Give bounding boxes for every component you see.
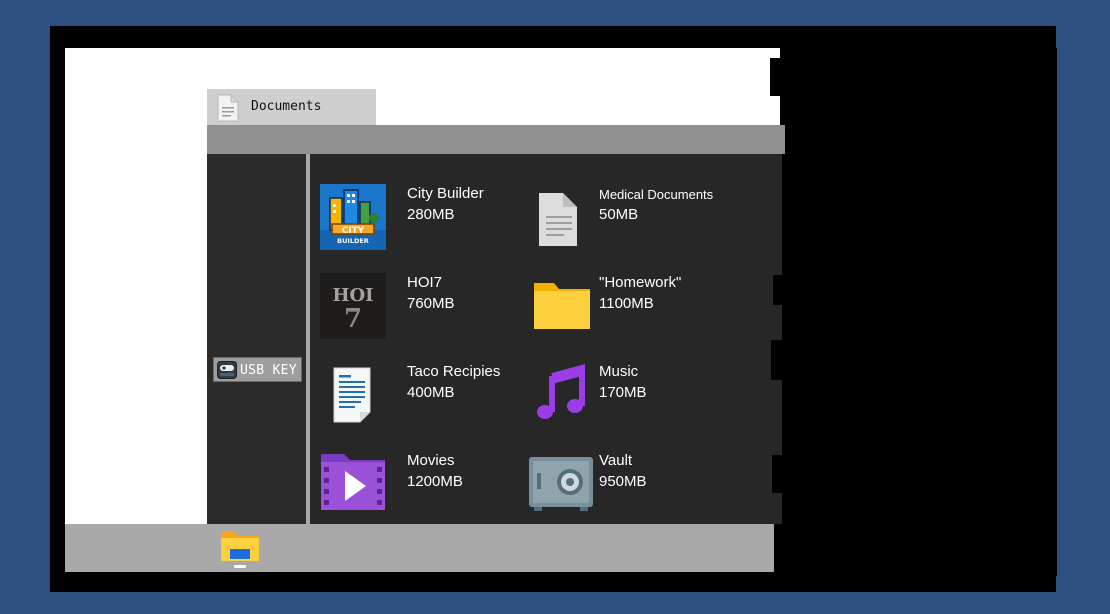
file-size: 760MB	[407, 295, 455, 312]
file-size: 50MB	[599, 206, 639, 223]
screen-void	[780, 48, 1057, 576]
file-size: 950MB	[599, 473, 647, 490]
file-name: "Homework"	[599, 274, 682, 291]
screen-artifact	[773, 275, 783, 305]
file-item[interactable]: Music 170MB	[532, 362, 752, 432]
movie-folder-icon	[320, 451, 386, 517]
file-item[interactable]: Vault 950MB	[528, 451, 748, 521]
svg-text:7: 7	[344, 304, 362, 334]
safe-icon	[528, 451, 594, 517]
file-item[interactable]: "Homework" 1100MB	[532, 273, 752, 343]
music-note-icon	[532, 362, 598, 428]
file-size: 1100MB	[599, 295, 654, 312]
usb-key-label: USB KEY	[240, 363, 297, 378]
svg-text:CITY: CITY	[342, 226, 365, 236]
file-name: City Builder	[407, 185, 484, 202]
file-item[interactable]: HOI 7 HOI7 760MB	[320, 273, 540, 343]
svg-text:HOI: HOI	[332, 285, 373, 306]
text-document-icon	[320, 362, 386, 428]
screen-artifact	[771, 340, 783, 380]
file-size: 1200MB	[407, 473, 463, 490]
taskbar	[65, 524, 774, 572]
city-builder-icon: CITY BUILDER	[320, 184, 386, 250]
file-explorer-icon[interactable]	[220, 529, 260, 574]
file-grid: CITY BUILDER City Builder 280MB Medical …	[310, 154, 782, 524]
hoi7-icon: HOI 7	[320, 273, 386, 339]
file-size: 400MB	[407, 384, 455, 401]
file-item[interactable]: Movies 1200MB	[320, 451, 540, 521]
folder-icon	[532, 273, 598, 339]
file-name: HOI7	[407, 274, 443, 291]
document-icon	[217, 94, 239, 127]
sidebar-item-usb-key[interactable]: USB KEY	[213, 357, 302, 382]
file-name: Vault	[599, 452, 633, 469]
file-name: Medical Documents	[599, 187, 714, 202]
file-name: Music	[599, 363, 639, 380]
window-title: Documents	[251, 99, 322, 114]
window-tab[interactable]: Documents	[207, 89, 376, 126]
file-item[interactable]: CITY BUILDER City Builder 280MB	[320, 184, 540, 254]
sidebar	[207, 154, 307, 524]
file-size: 280MB	[407, 206, 455, 223]
document-icon	[532, 184, 598, 250]
svg-text:BUILDER: BUILDER	[337, 237, 369, 245]
file-item[interactable]: Taco Recipies 400MB	[320, 362, 540, 432]
usb-drive-icon	[217, 361, 237, 384]
file-name: Taco Recipies	[407, 363, 501, 380]
window-toolbar	[207, 125, 785, 154]
file-name: Movies	[407, 452, 455, 469]
file-size: 170MB	[599, 384, 647, 401]
screen-artifact	[772, 455, 782, 493]
file-item[interactable]: Medical Documents 50MB	[532, 184, 752, 254]
screen-artifact	[770, 58, 784, 96]
